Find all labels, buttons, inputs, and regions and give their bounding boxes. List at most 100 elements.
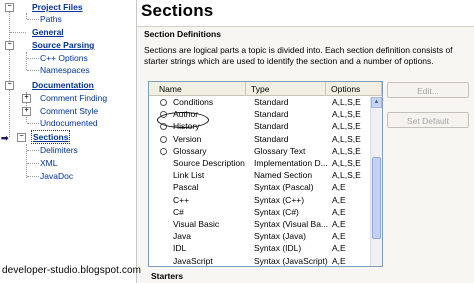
table-row[interactable]: Java Syntax (Java) A,E <box>149 231 371 242</box>
cell-options: A,L,S,E <box>332 158 361 168</box>
cell-name: JavaScript <box>173 255 213 266</box>
set-default-button[interactable]: Set Default <box>387 112 469 128</box>
cell-name: Visual Basic <box>173 219 220 229</box>
cell-options: A,E <box>332 206 346 217</box>
tree-item-javadoc[interactable]: JavaDoc <box>4 170 134 182</box>
cell-options: A,E <box>332 219 346 229</box>
tree-item-documentation[interactable]: − Documentation <box>4 79 134 91</box>
tree-item-comment-finding[interactable]: + Comment Finding <box>4 92 134 104</box>
cell-type: Syntax (IDL) <box>254 243 302 254</box>
author-annotation-circle <box>157 112 209 128</box>
cell-type: Standard <box>254 133 289 144</box>
cell-type: Implementation D... <box>254 158 328 168</box>
watermark-text: developer-studio.blogspot.com <box>2 265 142 276</box>
tree-item-xml[interactable]: XML <box>4 157 134 169</box>
edit-button[interactable]: Edit... <box>387 82 469 98</box>
cell-options: A,E <box>332 243 346 254</box>
cell-name: Version <box>173 133 202 144</box>
cell-name: C++ <box>173 194 190 205</box>
tree-item-label[interactable]: JavaDoc <box>40 170 73 182</box>
collapse-icon[interactable]: − <box>5 3 14 12</box>
section-definitions-list[interactable]: Name Type Options Conditions Standard A,L,… <box>148 81 383 267</box>
table-row[interactable]: Version Standard A,L,S,E <box>149 134 371 145</box>
tree-item-label[interactable]: Source Parsing <box>32 39 94 51</box>
column-header-options[interactable]: Options <box>326 82 382 96</box>
tree-item-label[interactable]: General <box>32 26 64 38</box>
table-row[interactable]: C# Syntax (C#) A,E <box>149 207 371 218</box>
cell-name: IDL <box>173 243 187 254</box>
cell-options: A,L,S,E <box>332 109 361 120</box>
options-tree: − Project Files Paths General − Source P… <box>0 0 137 283</box>
table-row[interactable]: Conditions Standard A,L,S,E <box>149 97 371 108</box>
cell-name: Source Description <box>173 158 245 168</box>
tree-item-label[interactable]: Namespaces <box>40 64 90 76</box>
cell-type: Standard <box>254 97 289 107</box>
cell-options: A,L,S,E <box>332 97 361 107</box>
tree-item-label[interactable]: Project Files <box>32 1 83 13</box>
scroll-thumb[interactable] <box>372 157 381 239</box>
expand-icon[interactable]: + <box>22 107 31 116</box>
cell-options: A,E <box>332 231 346 242</box>
cell-name: Pascal <box>173 182 199 193</box>
table-row[interactable]: JavaScript Syntax (JavaScript) A,E <box>149 255 371 266</box>
tree-item-comment-style[interactable]: + Comment Style <box>4 105 134 117</box>
cell-name: Java <box>173 231 191 242</box>
cell-type: Named Section <box>254 170 313 181</box>
table-row[interactable]: Pascal Syntax (Pascal) A,E <box>149 182 371 193</box>
table-row[interactable]: IDL Syntax (IDL) A,E <box>149 243 371 254</box>
sections-page: Sections Section Definitions Sections ar… <box>137 0 474 283</box>
cell-type: Syntax (JavaScript) <box>254 255 328 266</box>
cell-type: Syntax (Visual Ba... <box>254 219 329 229</box>
table-row[interactable]: Visual Basic Syntax (Visual Ba... A,E <box>149 219 371 230</box>
page-title: Sections <box>141 1 214 20</box>
cell-name: C# <box>173 206 184 217</box>
section-definitions-heading: Section Definitions <box>144 29 221 39</box>
tree-item-project-files[interactable]: − Project Files <box>4 1 134 13</box>
table-row[interactable]: Link List Named Section A,L,S,E <box>149 170 371 181</box>
cell-type: Syntax (C++) <box>254 194 305 205</box>
cell-name: Link List <box>173 170 205 181</box>
tree-item-paths[interactable]: Paths <box>4 13 134 25</box>
row-radio-icon <box>160 147 167 155</box>
cell-type: Glossary Text <box>254 145 306 156</box>
list-scrollbar[interactable]: ▲ <box>370 97 382 266</box>
tree-item-source-parsing[interactable]: − Source Parsing <box>4 39 134 51</box>
cell-type: Syntax (Java) <box>254 231 306 242</box>
section-description: Sections are logical parts a topic is di… <box>144 45 453 66</box>
cell-type: Syntax (C#) <box>254 206 299 217</box>
tree-item-namespaces[interactable]: Namespaces <box>4 64 134 76</box>
table-row[interactable]: C++ Syntax (C++) A,E <box>149 195 371 206</box>
table-row[interactable]: Source Description Implementation D... A,L… <box>149 158 371 169</box>
tree-item-general[interactable]: General <box>4 26 134 38</box>
tree-item-label[interactable]: Sections <box>30 130 71 144</box>
tree-item-label[interactable]: XML <box>40 157 57 169</box>
table-row[interactable]: Glossary Glossary Text A,L,S,E <box>149 146 371 157</box>
tree-item-label[interactable]: Paths <box>40 13 62 25</box>
tree-item-label[interactable]: Documentation <box>32 79 94 91</box>
tree-item-delimiters[interactable]: Delimiters <box>4 144 134 156</box>
collapse-icon[interactable]: − <box>5 81 14 90</box>
cell-type: Standard <box>254 109 289 120</box>
collapse-icon[interactable]: − <box>5 41 14 50</box>
tree-item-label[interactable]: Comment Finding <box>40 92 107 104</box>
page-header: Sections <box>137 0 474 27</box>
cell-type: Standard <box>254 121 289 132</box>
tree-item-label[interactable]: Comment Style <box>40 105 98 117</box>
cell-type: Syntax (Pascal) <box>254 182 314 193</box>
cell-options: A,L,S,E <box>332 145 361 156</box>
expand-icon[interactable]: + <box>22 94 31 103</box>
column-header-name[interactable]: Name <box>149 82 246 96</box>
tree-item-undocumented[interactable]: Undocumented <box>4 117 134 129</box>
tree-item-label[interactable]: Undocumented <box>40 117 98 129</box>
cell-name: Glossary <box>173 145 207 156</box>
tree-item-label[interactable]: C++ Options <box>40 52 88 64</box>
column-header-type[interactable]: Type <box>246 82 326 96</box>
tree-item-sections[interactable]: − Sections <box>4 130 134 144</box>
scroll-up-icon[interactable]: ▲ <box>371 97 382 108</box>
cell-name: Conditions <box>173 97 214 107</box>
tree-item-cpp-options[interactable]: C++ Options <box>4 52 134 64</box>
tree-item-label[interactable]: Delimiters <box>40 144 78 156</box>
row-radio-icon <box>160 135 167 143</box>
collapse-icon[interactable]: − <box>17 133 26 142</box>
cell-options: A,L,S,E <box>332 121 361 132</box>
